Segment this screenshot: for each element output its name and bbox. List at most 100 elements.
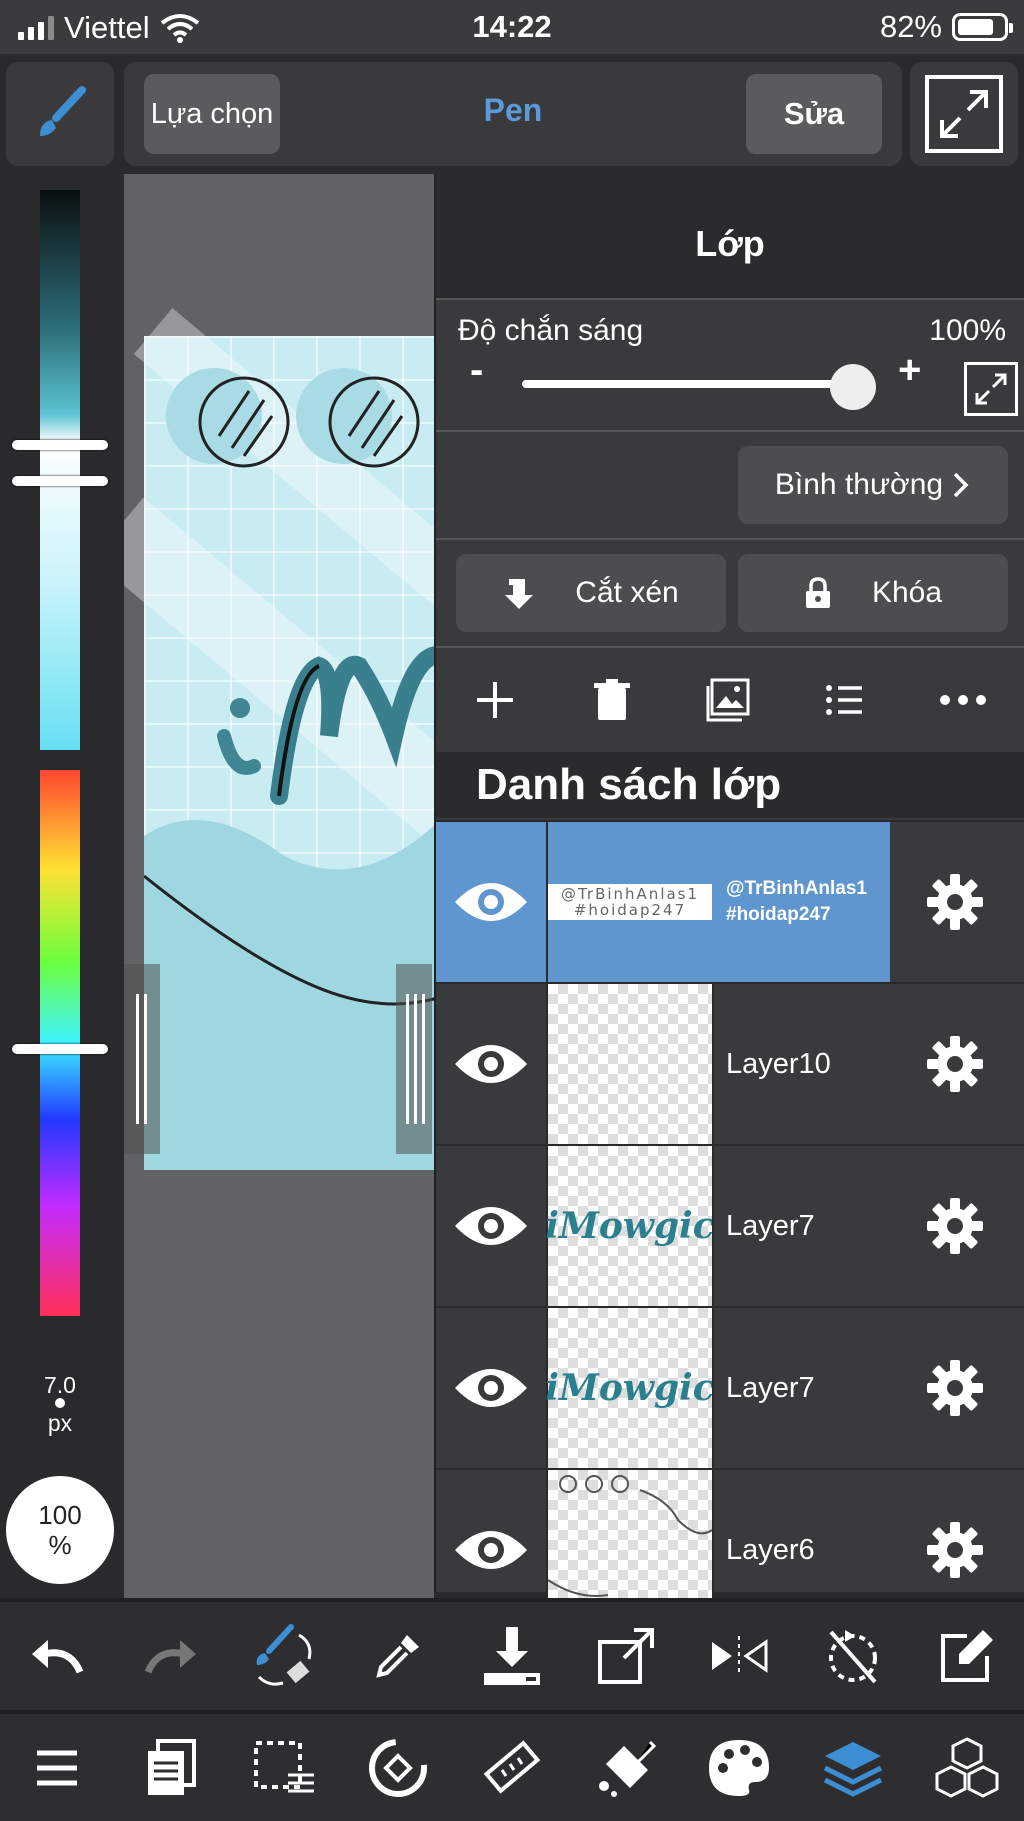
flip-button[interactable] [699,1616,779,1696]
brush-swap-icon [257,1624,312,1686]
right-resize-grip[interactable] [396,964,432,1154]
battery-icon [952,13,1013,41]
layer-row[interactable]: Layer6 [436,1468,1024,1604]
blend-mode-label: Bình thường [774,468,944,501]
pages-icon [147,1738,196,1795]
layer-thumbnail[interactable]: iMowgic [545,1308,715,1468]
eyedropper-icon [376,1635,420,1678]
edit-box-icon [941,1630,993,1682]
layer-name[interactable]: @TrBinhAnlas1 #hoidap247 [726,822,867,982]
shade-handle-bottom[interactable] [12,476,108,486]
opacity-expand-button[interactable] [964,362,1018,416]
layer-settings-button[interactable] [886,1470,1024,1604]
layer-row[interactable]: iMowgic Layer7 [436,1306,1024,1468]
opacity-label: Độ chắn sáng [458,314,644,347]
layer-name[interactable]: Layer7 [726,1146,815,1306]
lock-icon [805,577,830,608]
layer-settings-button[interactable] [886,1308,1024,1468]
artwork[interactable] [124,308,434,1170]
brush-opacity-button[interactable]: 100 % [6,1476,114,1584]
layer-opacity-row: Độ chắn sáng 100% - + [436,298,1024,416]
transform-button[interactable] [358,1728,438,1808]
layer-thumbnail[interactable]: @TrBinhAnlas1 #hoidap247 [548,822,712,982]
add-layer-icon[interactable] [473,678,517,722]
undo-button[interactable] [17,1616,97,1696]
save-button[interactable] [472,1616,552,1696]
menu-button[interactable] [17,1728,97,1808]
material-button[interactable] [586,1728,666,1808]
mode-bar: Lựa chọn Pen Sửa [124,62,902,166]
layer-thumbnail[interactable]: iMowgic [545,1146,715,1306]
brush-opacity-unit: % [48,1530,72,1560]
canvas-area[interactable] [124,174,434,1598]
redo-button[interactable] [131,1616,211,1696]
layer-name[interactable]: Layer10 [726,984,831,1144]
layers-button[interactable] [813,1728,893,1808]
clock: 14:22 [472,9,552,44]
image-layer-icon[interactable] [706,678,750,722]
layer-settings-button[interactable] [886,1146,1024,1306]
brush-eraser-switch-button[interactable] [244,1616,324,1696]
3d-materials-button[interactable] [927,1728,1007,1808]
edit-button[interactable]: Sửa [746,74,882,154]
undo-icon [31,1640,84,1674]
opacity-increase-button[interactable]: + [898,348,921,393]
eye-icon [455,1369,527,1407]
fullscreen-button[interactable] [910,62,1018,166]
layer-row[interactable]: iMowgic Layer7 [436,1144,1024,1306]
layer-list-title: Danh sách lớp [436,752,1024,818]
layer-settings-button[interactable] [886,822,1024,982]
gear-icon [927,874,983,930]
clipping-label: Cắt xén [575,576,679,609]
hue-slider[interactable] [40,770,80,1316]
clipping-button[interactable]: Cắt xén [456,554,726,632]
layer-thumbnail[interactable] [548,1470,712,1604]
thumb-text: @TrBinhAnlas1 #hoidap247 [548,884,712,920]
eye-icon [455,1531,527,1569]
status-bar: Viettel 14:22 82% [0,0,1024,54]
rotate-icon [369,1738,428,1797]
layer-actions-row [436,646,1024,752]
edit-canvas-button[interactable] [927,1616,1007,1696]
trash-icon[interactable] [592,678,632,722]
shade-handle-top[interactable] [12,440,108,450]
eyedropper-button[interactable] [358,1616,438,1696]
visibility-toggle[interactable] [436,1308,546,1468]
panel-title: Lớp [436,174,1024,298]
opacity-decrease-button[interactable]: - [470,348,483,393]
export-button[interactable] [586,1616,666,1696]
layer-row[interactable]: Layer10 [436,982,1024,1144]
layer-row[interactable]: @TrBinhAnlas1 #hoidap247 @TrBinhAnlas1 #… [436,820,1024,982]
shade-slider[interactable] [40,190,80,750]
brush-tool-button[interactable] [6,62,114,166]
left-resize-grip[interactable] [124,964,160,1154]
visibility-toggle[interactable] [436,822,546,982]
lock-button[interactable]: Khóa [738,554,1008,632]
opacity-slider-track[interactable] [522,380,862,388]
visibility-toggle[interactable] [436,1470,546,1604]
visibility-toggle[interactable] [436,984,546,1144]
layer-thumbnail[interactable] [548,984,712,1144]
pages-button[interactable] [131,1728,211,1808]
rotation-reset-button[interactable] [813,1616,893,1696]
blend-mode-button[interactable]: Bình thường [738,446,1008,524]
blend-mode-row: Bình thường [436,430,1024,538]
list-icon[interactable] [824,682,864,718]
visibility-toggle[interactable] [436,1146,546,1306]
layer-name[interactable]: Layer7 [726,1308,815,1468]
layer-list: @TrBinhAnlas1 #hoidap247 @TrBinhAnlas1 #… [436,820,1024,1604]
selection-button[interactable] [244,1728,324,1808]
brush-size-unit: px [47,1410,73,1436]
gear-icon [927,1198,983,1254]
color-palette-button[interactable] [699,1728,779,1808]
layer-name[interactable]: Layer6 [726,1470,815,1604]
layer-settings-button[interactable] [886,984,1024,1144]
selection-icon [254,1740,315,1792]
opacity-slider-knob[interactable] [830,364,876,410]
ruler-button[interactable] [472,1728,552,1808]
art-drawing [144,368,434,1170]
rotate-reset-icon [829,1630,878,1684]
hue-handle[interactable] [12,1044,108,1054]
more-icon[interactable] [939,694,987,706]
opacity-value: 100% [929,314,1006,347]
